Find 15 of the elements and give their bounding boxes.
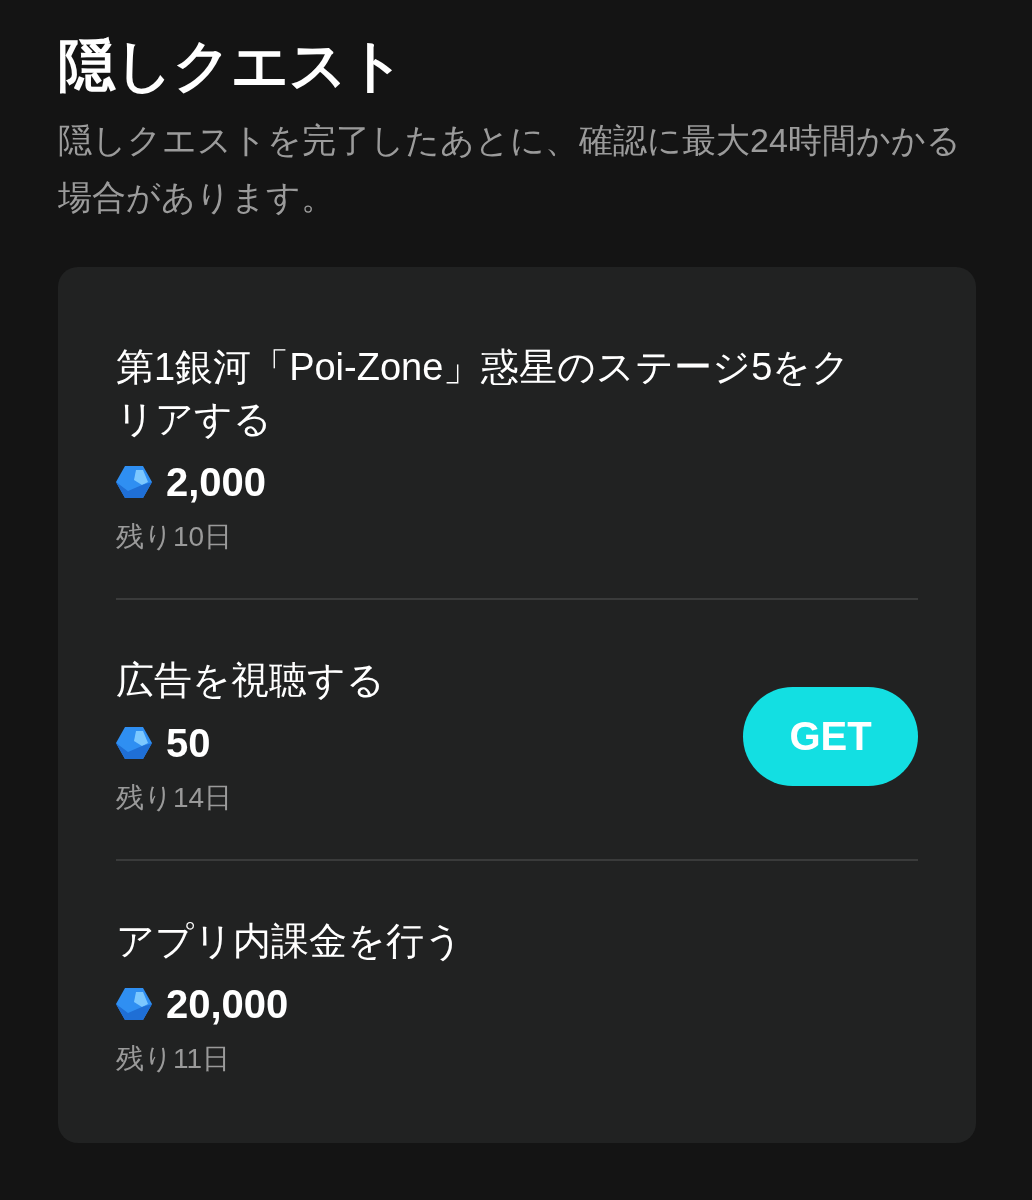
remaining-time: 残り11日 (116, 1042, 232, 1076)
quest-title: 広告を視聴する (116, 658, 386, 703)
quest-title: アプリ内課金を行う (116, 919, 464, 964)
get-button[interactable]: GET (743, 686, 918, 786)
gem-icon (116, 988, 152, 1020)
gem-icon (116, 466, 152, 498)
remaining-time: 残り10日 (116, 520, 234, 554)
description-text: 隠しクエストを完了したあとに、確認に最大24時間かかる場合があります。 (58, 120, 962, 218)
reward-amount: 50 (166, 720, 211, 767)
remaining-time: 残り14日 (116, 781, 234, 815)
reward-amount: 20,000 (166, 981, 289, 1028)
page-title: 隠しクエスト (58, 32, 406, 99)
quest-title: 第1銀河「Poi-Zone」惑星のステージ5をクリアする (116, 345, 852, 442)
gem-icon (116, 727, 152, 759)
reward-amount: 2,000 (166, 459, 267, 506)
